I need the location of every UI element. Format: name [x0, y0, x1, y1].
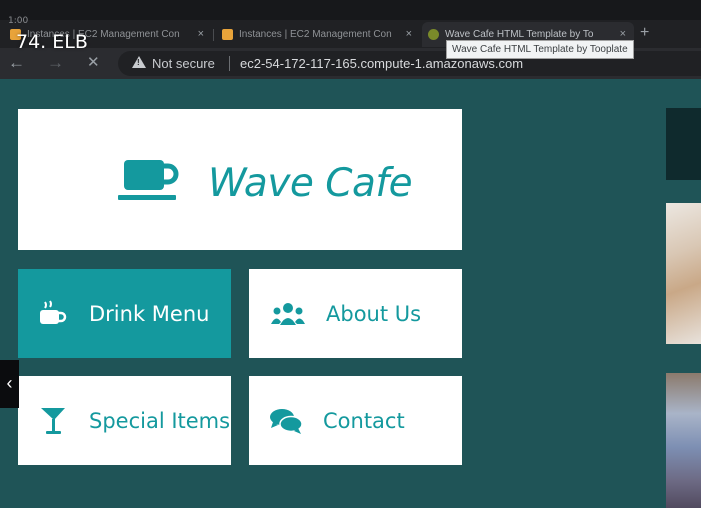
nav-label: Contact — [323, 408, 405, 433]
tab-title: Wave Cafe HTML Template by To — [445, 29, 594, 40]
video-title: 74. ELB — [16, 31, 88, 53]
tab-tooltip: Wave Cafe HTML Template by Tooplate — [446, 40, 634, 59]
tab-title: Instances | EC2 Management Con — [239, 29, 392, 40]
nav-special-items[interactable]: Special Items — [18, 376, 231, 465]
close-icon[interactable]: × — [198, 28, 204, 40]
close-icon[interactable]: × — [406, 28, 412, 40]
tab-ec2-instances-2[interactable]: Instances | EC2 Management Con × — [216, 22, 420, 47]
forward-button[interactable]: → — [47, 53, 64, 73]
nav-drink-menu[interactable]: Drink Menu — [18, 269, 231, 358]
nav-about-us[interactable]: About Us — [249, 269, 462, 358]
window-top-strip: 1:00 — [0, 0, 701, 26]
users-icon — [270, 269, 306, 358]
side-panel-header — [666, 108, 701, 180]
brand-header: Wave Cafe — [18, 109, 462, 250]
warning-icon[interactable] — [132, 56, 146, 68]
coffee-cup-logo-icon — [118, 160, 179, 200]
tab-divider — [213, 29, 214, 41]
cocktail-glass-icon — [40, 376, 66, 465]
security-status[interactable]: Not secure — [152, 56, 215, 71]
loading-favicon-icon — [428, 29, 439, 40]
brand-name: Wave Cafe — [208, 161, 413, 206]
coffee-cup-icon — [38, 269, 68, 358]
nav-contact[interactable]: Contact — [249, 376, 462, 465]
page-content: Wave Cafe Drink Menu About Us Special It… — [0, 79, 701, 508]
drink-image — [666, 203, 701, 344]
drink-image — [666, 373, 701, 508]
stop-loading-button[interactable]: ✕ — [87, 53, 100, 73]
new-tab-button[interactable]: + — [640, 24, 649, 42]
back-button[interactable]: ← — [8, 53, 25, 73]
close-icon[interactable]: × — [620, 28, 626, 40]
nav-label: Special Items — [89, 408, 231, 433]
aws-favicon-icon — [222, 29, 233, 40]
previous-slide-button[interactable]: ‹ — [0, 360, 19, 408]
comments-icon — [269, 376, 303, 465]
omnibox-divider — [229, 56, 230, 71]
nav-label: About Us — [326, 301, 422, 326]
nav-label: Drink Menu — [89, 301, 210, 326]
